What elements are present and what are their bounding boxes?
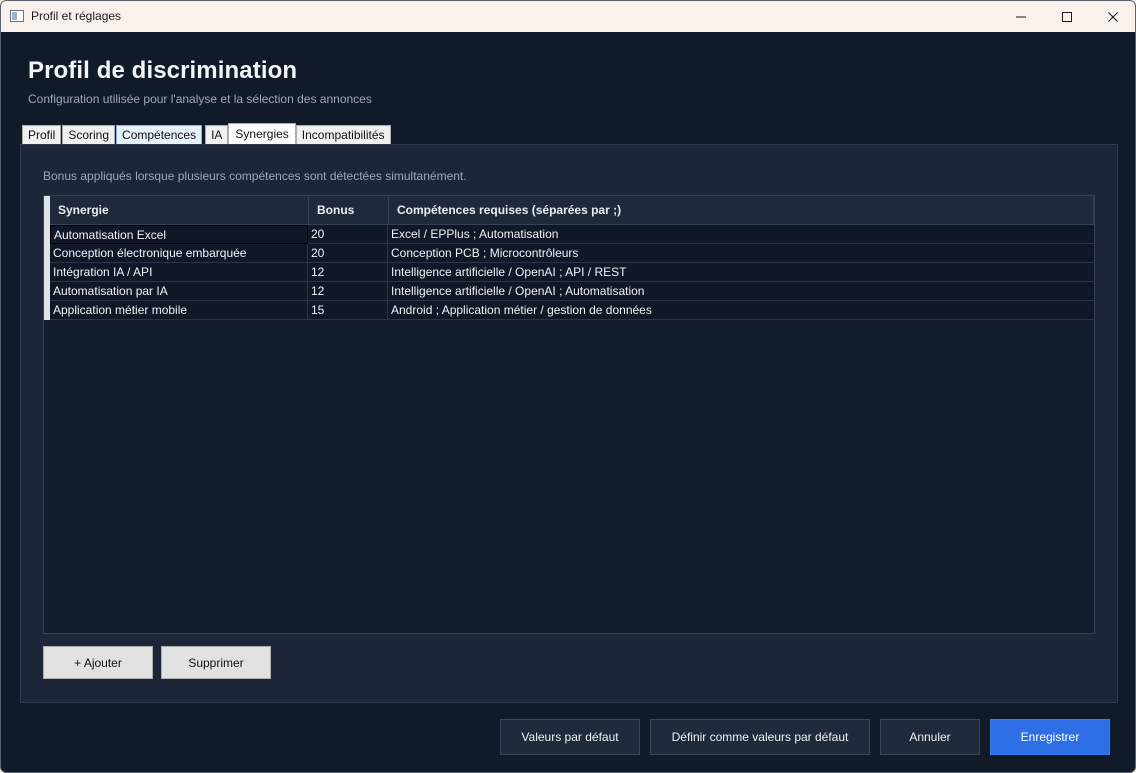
grid-header: Synergie Bonus Compétences requises (sép…	[44, 196, 1094, 225]
tab-strip: Profil Scoring Compétences IA Synergies …	[22, 123, 392, 145]
tab-ia[interactable]: IA	[205, 125, 229, 145]
cell-bonus[interactable]: 20	[308, 225, 388, 244]
tab-scoring[interactable]: Scoring	[62, 125, 116, 145]
column-header-synergie[interactable]: Synergie	[50, 196, 309, 225]
table-row[interactable]: Conception électronique embarquée 20 Con…	[50, 244, 1094, 263]
cell-competences[interactable]: Conception PCB ; Microcontrôleurs	[388, 244, 1094, 263]
cancel-button[interactable]: Annuler	[880, 719, 980, 755]
cell-synergie[interactable]: Application métier mobile	[50, 301, 308, 320]
defaults-button[interactable]: Valeurs par défaut	[500, 719, 640, 755]
minimize-icon	[1016, 16, 1026, 17]
panel-description: Bonus appliqués lorsque plusieurs compét…	[43, 169, 467, 183]
maximize-icon	[1062, 11, 1072, 22]
cell-bonus[interactable]: 20	[308, 244, 388, 263]
close-button[interactable]	[1090, 1, 1135, 32]
cell-synergie[interactable]: Automatisation Excel	[50, 225, 308, 244]
table-row[interactable]: Intégration IA / API 12 Intelligence art…	[50, 263, 1094, 282]
set-as-defaults-button[interactable]: Définir comme valeurs par défaut	[650, 719, 870, 755]
maximize-button[interactable]	[1044, 1, 1090, 32]
page-title: Profil de discrimination	[28, 57, 298, 84]
settings-window: Profil et réglages Profil de discriminat…	[0, 0, 1136, 773]
cell-competences[interactable]: Intelligence artificielle / OpenAI ; Aut…	[388, 282, 1094, 301]
tab-incompatibilites[interactable]: Incompatibilités	[295, 125, 391, 145]
column-header-competences[interactable]: Compétences requises (séparées par ;)	[389, 196, 1094, 225]
cell-bonus[interactable]: 15	[308, 301, 388, 320]
synergies-grid[interactable]: Synergie Bonus Compétences requises (sép…	[43, 195, 1095, 634]
cell-bonus[interactable]: 12	[308, 263, 388, 282]
page-subtitle: Configuration utilisée pour l'analyse et…	[28, 92, 372, 106]
window-title: Profil et réglages	[31, 9, 122, 23]
tab-competences[interactable]: Compétences	[116, 125, 203, 145]
table-row[interactable]: Application métier mobile 15 Android ; A…	[50, 301, 1094, 320]
window-app-icon	[10, 10, 24, 22]
tab-profil[interactable]: Profil	[22, 125, 62, 145]
title-bar[interactable]: Profil et réglages	[1, 1, 1135, 32]
table-row[interactable]: Automatisation Excel 20 Excel / EPPlus ;…	[50, 225, 1094, 244]
column-header-bonus[interactable]: Bonus	[309, 196, 389, 225]
cell-competences[interactable]: Excel / EPPlus ; Automatisation	[388, 225, 1094, 244]
delete-synergy-button[interactable]: Supprimer	[161, 646, 271, 679]
close-icon	[1108, 11, 1118, 22]
table-row[interactable]: Automatisation par IA 12 Intelligence ar…	[50, 282, 1094, 301]
cell-synergie[interactable]: Automatisation par IA	[50, 282, 308, 301]
minimize-button[interactable]	[998, 1, 1044, 32]
cell-synergie[interactable]: Intégration IA / API	[50, 263, 308, 282]
cell-competences[interactable]: Android ; Application métier / gestion d…	[388, 301, 1094, 320]
tab-synergies[interactable]: Synergies	[228, 123, 296, 145]
cell-bonus[interactable]: 12	[308, 282, 388, 301]
cell-synergie[interactable]: Conception électronique embarquée	[50, 244, 308, 263]
save-button[interactable]: Enregistrer	[990, 719, 1110, 755]
synergies-panel: Bonus appliqués lorsque plusieurs compét…	[20, 144, 1118, 703]
cell-competences[interactable]: Intelligence artificielle / OpenAI ; API…	[388, 263, 1094, 282]
add-synergy-button[interactable]: + Ajouter	[43, 646, 153, 679]
